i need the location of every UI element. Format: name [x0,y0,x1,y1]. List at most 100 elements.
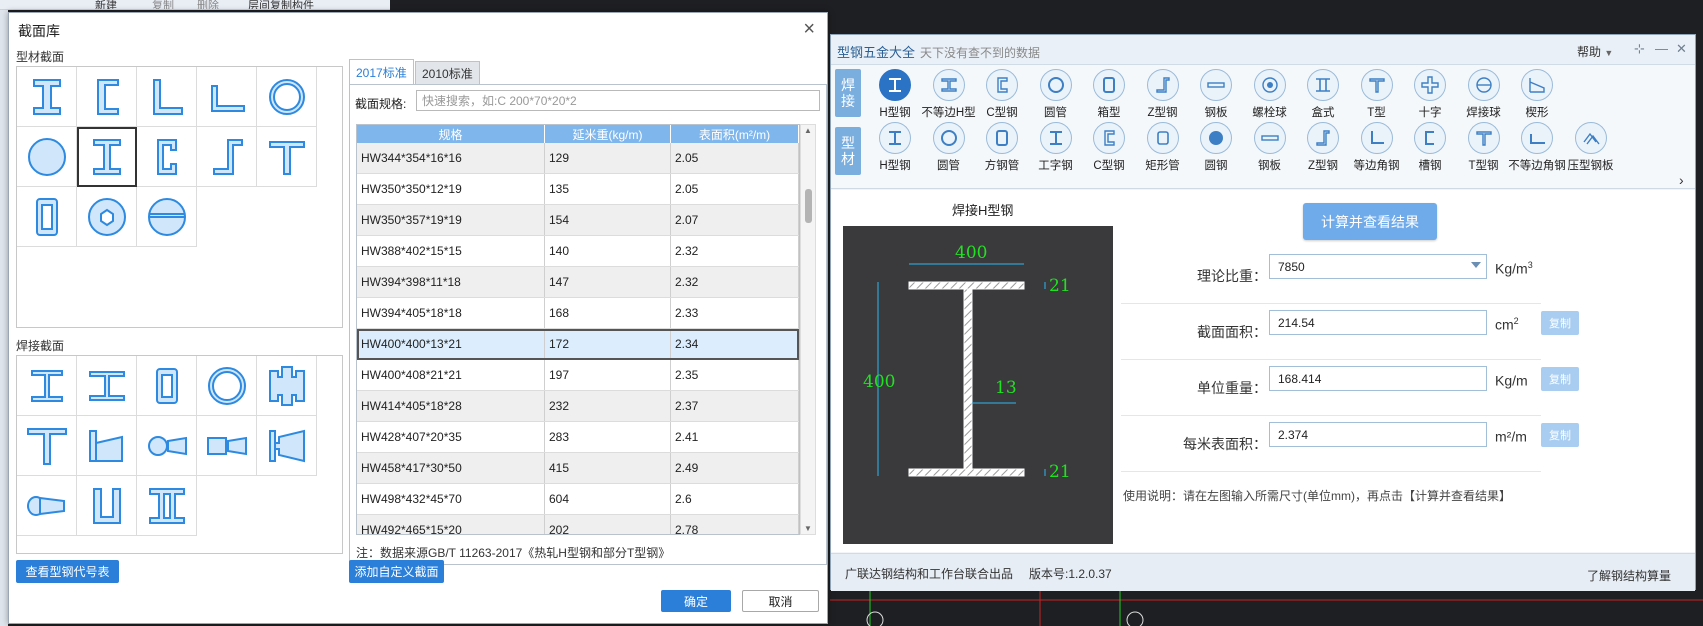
result-value-field[interactable] [1269,422,1487,447]
side-tab-profile[interactable]: 型 材 [835,127,861,175]
ribbon-item-weld-9[interactable]: T型 [1348,69,1406,123]
ribbon-item-weld-3[interactable]: 圆管 [1027,69,1085,123]
shape-cell-h-beam[interactable] [77,127,137,187]
table-row[interactable]: HW414*405*18*28 232 2.37 [357,391,799,422]
table-row[interactable]: HW388*402*15*15 140 2.32 [357,236,799,267]
close-window-icon[interactable]: ✕ [1676,41,1687,57]
help-menu[interactable]: 帮助 ▼ [1577,43,1613,60]
shape-cell-c-section[interactable] [137,127,197,187]
tab-2010-standard[interactable]: 2010标准 [415,61,480,85]
table-row[interactable]: HW350*350*12*19 135 2.05 [357,174,799,205]
ribbon-item-profile-11[interactable]: T型钢 [1455,122,1513,176]
ribbon-item-profile-12[interactable]: 不等边角钢 [1508,122,1566,176]
ribbon-item-profile-7[interactable]: 钢板 [1241,122,1299,176]
shape-cell-weld-h[interactable] [77,356,137,416]
ribbon-item-weld-2[interactable]: C型钢 [973,69,1031,123]
shape-cell-weld-box[interactable] [137,356,197,416]
ribbon-item-weld-1[interactable]: 不等边H型 [920,69,978,123]
ribbon-item-profile-9[interactable]: 等边角钢 [1348,122,1406,176]
copy-button[interactable]: 复制 [1541,423,1579,447]
ribbon-item-weld-8[interactable]: 盒式 [1294,69,1352,123]
table-row[interactable]: HW344*354*16*16 129 2.05 [357,143,799,174]
shape-cell-weld-tapered[interactable] [77,416,137,476]
chevron-down-icon[interactable] [1471,262,1481,268]
shape-cell-rect-tube[interactable] [17,187,77,247]
dim-flange-bottom[interactable]: 21 [1049,462,1071,482]
table-scrollbar[interactable]: ▲ ▼ [800,124,816,535]
ribbon-item-weld-5[interactable]: Z型钢 [1134,69,1192,123]
dim-height[interactable]: 400 [863,372,895,392]
shape-cell-hex-bar[interactable] [77,187,137,247]
shape-cell-channel[interactable] [77,67,137,127]
shape-cell-t-section[interactable] [257,127,317,187]
table-row[interactable]: HW498*432*45*70 604 2.6 [357,484,799,515]
shape-cell-z-section[interactable] [197,127,257,187]
scrollbar-thumb[interactable] [805,189,812,223]
ribbon-item-profile-3[interactable]: 工字钢 [1027,122,1085,176]
shape-cell-weld-pipe-taper[interactable] [137,416,197,476]
ribbon-item-profile-4[interactable]: C型钢 [1080,122,1138,176]
calculate-button[interactable]: 计算并查看结果 [1303,203,1437,240]
column-header-weight[interactable]: 延米重(kg/m) [545,125,671,143]
shape-cell-sphere[interactable] [137,187,197,247]
shape-cell-round-tube[interactable] [257,67,317,127]
view-code-table-button[interactable]: 查看型钢代号表 [16,560,119,583]
result-value-field[interactable] [1269,310,1487,335]
ribbon-item-weld-11[interactable]: 焊接球 [1455,69,1513,123]
shape-cell-weld-cone[interactable] [17,476,77,536]
shape-cell-weld-i-taper[interactable] [257,416,317,476]
shape-cell-weld-pipe[interactable] [197,356,257,416]
shape-cell-weld-u[interactable] [77,476,137,536]
learn-more-link[interactable]: 了解钢结构算量 [1587,567,1671,584]
scroll-up-icon[interactable]: ▲ [804,126,812,135]
copy-button[interactable]: 复制 [1541,311,1579,335]
shape-cell-weld-i[interactable] [17,356,77,416]
dim-web[interactable]: 13 [995,378,1017,398]
add-custom-section-button[interactable]: 添加自定义截面 [349,560,444,583]
table-row[interactable]: HW394*405*18*18 168 2.33 [357,298,799,329]
column-header-area[interactable]: 表面积(m²/m) [671,125,799,143]
table-row[interactable]: HW492*465*15*20 202 2.78 [357,515,799,534]
ribbon-item-profile-13[interactable]: 压型钢板 [1562,122,1620,176]
shape-cell-unequal-angle[interactable] [197,67,257,127]
density-select[interactable] [1269,254,1487,279]
ribbon-item-weld-4[interactable]: 箱型 [1080,69,1138,123]
table-row[interactable]: HW394*398*11*18 147 2.32 [357,267,799,298]
ribbon-item-weld-7[interactable]: 螺栓球 [1241,69,1299,123]
scroll-down-icon[interactable]: ▼ [804,524,812,533]
search-input[interactable] [416,90,820,111]
ribbon-item-profile-10[interactable]: 槽钢 [1401,122,1459,176]
shape-cell-weld-box-taper[interactable] [197,416,257,476]
dim-width-top[interactable]: 400 [955,243,987,263]
shape-cell-weld-cross[interactable] [257,356,317,416]
shape-cell-angle[interactable] [137,67,197,127]
ribbon-item-profile-1[interactable]: 圆管 [920,122,978,176]
shape-cell-i-beam[interactable] [17,67,77,127]
ribbon-item-profile-8[interactable]: Z型钢 [1294,122,1352,176]
pin-icon[interactable]: ⊹ [1634,41,1645,57]
result-value-field[interactable] [1269,366,1487,391]
shape-cell-weld-double-i[interactable] [137,476,197,536]
ribbon-item-weld-0[interactable]: H型钢 [866,69,924,123]
table-row[interactable]: HW428*407*20*35 283 2.41 [357,422,799,453]
copy-button[interactable]: 复制 [1541,367,1579,391]
table-row[interactable]: HW400*400*13*21 172 2.34 [357,329,799,360]
ribbon-next-icon[interactable]: › [1679,172,1684,188]
tab-2017-standard[interactable]: 2017标准 [349,59,414,85]
cancel-button[interactable]: 取消 [742,590,819,612]
table-row[interactable]: HW350*357*19*19 154 2.07 [357,205,799,236]
ribbon-item-profile-0[interactable]: H型钢 [866,122,924,176]
minimize-icon[interactable]: — [1655,41,1668,56]
ribbon-item-profile-6[interactable]: 圆钢 [1187,122,1245,176]
column-header-spec[interactable]: 规格 [357,125,545,143]
ribbon-item-profile-2[interactable]: 方钢管 [973,122,1031,176]
dim-flange-top[interactable]: 21 [1049,276,1071,296]
shape-cell-weld-t[interactable] [17,416,77,476]
side-tab-weld[interactable]: 焊 接 [835,69,861,117]
table-row[interactable]: HW400*408*21*21 197 2.35 [357,360,799,391]
ok-button[interactable]: 确定 [661,590,731,612]
ribbon-item-weld-10[interactable]: 十字 [1401,69,1459,123]
ribbon-item-weld-12[interactable]: 楔形 [1508,69,1566,123]
table-row[interactable]: HW458*417*30*50 415 2.49 [357,453,799,484]
shape-cell-round-bar[interactable] [17,127,77,187]
